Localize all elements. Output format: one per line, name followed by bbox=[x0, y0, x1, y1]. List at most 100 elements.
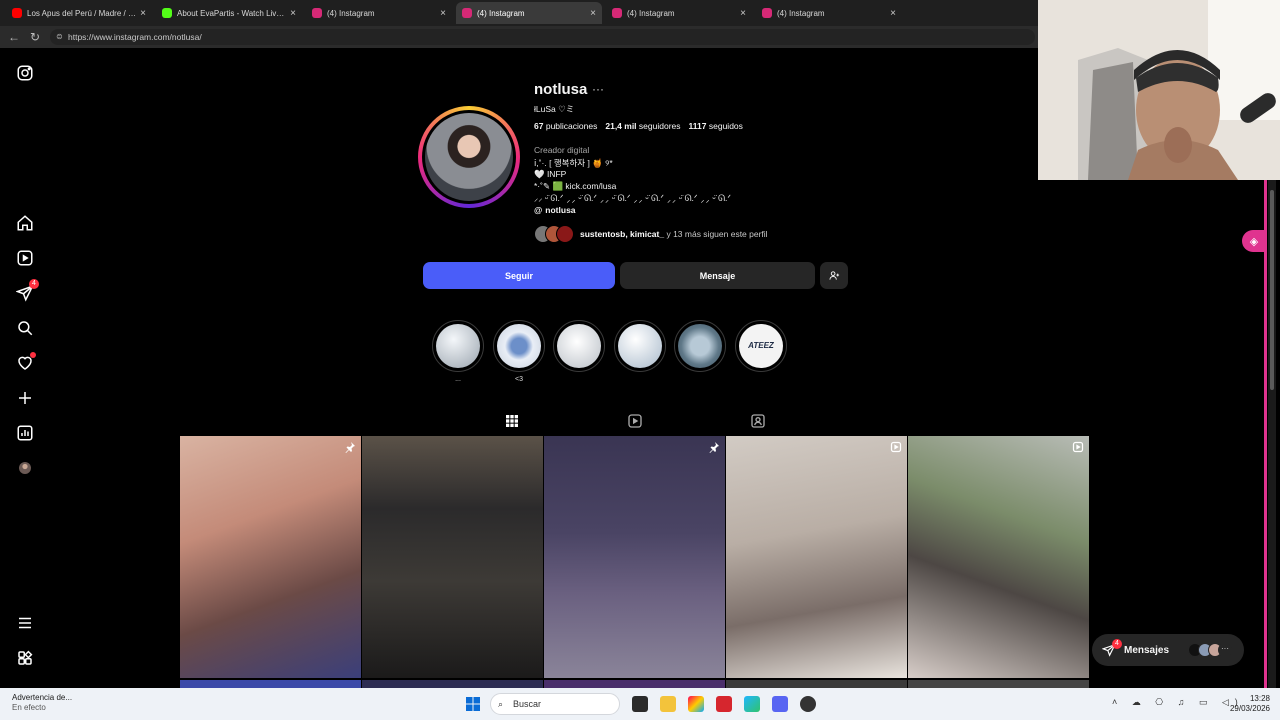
add-person-icon bbox=[828, 271, 839, 280]
reel-icon bbox=[890, 441, 902, 453]
task-view-icon[interactable] bbox=[632, 696, 648, 712]
highlight-item[interactable] bbox=[674, 320, 726, 385]
url-field[interactable]: ⊜ https://www.instagram.com/notlusa/ bbox=[50, 29, 1035, 45]
tab-close-icon[interactable]: × bbox=[890, 8, 896, 19]
scrollbar-thumb[interactable] bbox=[1270, 190, 1274, 390]
browser-tab[interactable]: (4) Instagram × bbox=[606, 2, 752, 24]
tab-title: (4) Instagram bbox=[627, 8, 675, 18]
search-icon[interactable] bbox=[16, 319, 34, 337]
more-options-icon[interactable]: ··· bbox=[592, 82, 604, 96]
tab-title: (4) Instagram bbox=[777, 8, 825, 18]
highlight-item[interactable]: <3 bbox=[493, 320, 545, 385]
tab-favicon-icon bbox=[312, 8, 322, 18]
direct-icon[interactable]: 4 bbox=[16, 279, 39, 302]
tab-tagged[interactable] bbox=[750, 413, 766, 429]
browser-tab[interactable]: (4) Instagram × bbox=[306, 2, 452, 24]
profile-avatar[interactable] bbox=[16, 459, 34, 477]
instagram-logo-icon[interactable] bbox=[16, 64, 34, 82]
back-icon[interactable]: ← bbox=[8, 30, 20, 44]
post-thumbnail[interactable] bbox=[180, 436, 361, 678]
reload-icon[interactable]: ↻ bbox=[30, 30, 40, 44]
highlight-label bbox=[735, 376, 787, 385]
apps-icon[interactable] bbox=[16, 649, 34, 667]
post-thumbnail[interactable] bbox=[726, 680, 907, 688]
dashboard-icon[interactable] bbox=[16, 424, 34, 442]
post-thumbnail[interactable] bbox=[544, 680, 725, 688]
app-icon[interactable] bbox=[716, 696, 732, 712]
profile-picture[interactable] bbox=[422, 110, 516, 204]
pin-icon bbox=[708, 441, 720, 453]
extension-icon[interactable]: ◈ bbox=[1242, 230, 1266, 252]
tab-favicon-icon bbox=[762, 8, 772, 18]
highlight-item[interactable]: ATEEZ bbox=[735, 320, 787, 385]
store-icon[interactable] bbox=[688, 696, 704, 712]
tab-close-icon[interactable]: × bbox=[290, 8, 296, 19]
menu-icon[interactable] bbox=[16, 614, 34, 632]
message-button[interactable]: Mensaje bbox=[620, 262, 815, 289]
profile-username: notlusa bbox=[534, 81, 588, 98]
reels-icon bbox=[628, 414, 642, 428]
post-thumbnail[interactable] bbox=[180, 680, 361, 688]
tab-close-icon[interactable]: × bbox=[590, 8, 596, 19]
create-icon[interactable] bbox=[16, 389, 34, 407]
following-stat[interactable]: 1117 seguidos bbox=[689, 121, 743, 131]
highlight-label bbox=[553, 376, 605, 385]
browser-tab[interactable]: About EvaPartis - Watch Live on Ki × bbox=[156, 2, 302, 24]
tab-close-icon[interactable]: × bbox=[440, 8, 446, 19]
follow-button[interactable]: Seguir bbox=[423, 262, 615, 289]
highlight-item[interactable] bbox=[553, 320, 605, 385]
heart-icon[interactable] bbox=[16, 352, 36, 372]
tab-close-icon[interactable]: × bbox=[740, 8, 746, 19]
post-thumbnail[interactable] bbox=[362, 436, 543, 678]
highlight-label: ... bbox=[455, 376, 461, 383]
bio-link[interactable]: *·˚✎ 🟩 kick.com/lusa bbox=[534, 181, 616, 192]
threads-link[interactable]: @ notlusa bbox=[534, 205, 576, 215]
windows-start-icon[interactable] bbox=[465, 696, 481, 712]
webcam-overlay bbox=[1038, 0, 1280, 180]
bio-line: ⸝⸝ ᵕ̈ ᘏ.ᐟ ⸝⸝ ᵕ̈ ᘏ.ᐟ ⸝⸝ ᵕ̈ ᘏ.ᐟ ⸝⸝ ᵕ̈ ᘏ.ᐟ … bbox=[534, 193, 731, 203]
tab-title: About EvaPartis - Watch Live on Ki bbox=[177, 8, 286, 18]
taskbar-search[interactable]: ⌕ Buscar bbox=[490, 693, 620, 715]
browser-tab[interactable]: (4) Instagram × bbox=[456, 2, 602, 24]
tab-reels[interactable] bbox=[627, 413, 643, 429]
post-thumbnail[interactable] bbox=[908, 436, 1089, 678]
profile-picture-ring[interactable] bbox=[418, 106, 520, 208]
highlight-item[interactable] bbox=[614, 320, 666, 385]
tab-posts[interactable] bbox=[504, 413, 520, 429]
browser-tab[interactable]: Los Apus del Perú / Madre / vídeo × bbox=[6, 2, 152, 24]
highlight-item[interactable]: ... bbox=[432, 320, 484, 385]
reels-icon[interactable] bbox=[16, 249, 34, 267]
edge-icon[interactable] bbox=[744, 696, 760, 712]
post-thumbnail[interactable] bbox=[544, 436, 725, 678]
followed-by[interactable]: sustentosb, kimicat_ y 13 más siguen est… bbox=[534, 225, 768, 243]
ateez-logo: ATEEZ bbox=[739, 324, 783, 368]
tab-favicon-icon bbox=[162, 8, 172, 18]
windows-taskbar: Advertencia de... En efecto ⌕ Buscar ˄ ☁… bbox=[0, 688, 1280, 720]
highlight-label bbox=[674, 376, 726, 385]
weather-widget[interactable]: Advertencia de... En efecto bbox=[12, 693, 72, 713]
suggest-accounts-button[interactable] bbox=[820, 262, 848, 289]
profile-full-name: łLuSa ♡ミ bbox=[534, 104, 575, 114]
messages-button[interactable]: 4 Mensajes ··· bbox=[1092, 634, 1244, 666]
home-icon[interactable] bbox=[16, 214, 34, 232]
browser-tab[interactable]: (4) Instagram × bbox=[756, 2, 902, 24]
post-thumbnail[interactable] bbox=[908, 680, 1089, 688]
site-info-icon[interactable]: ⊜ bbox=[56, 29, 63, 45]
tab-close-icon[interactable]: × bbox=[140, 8, 146, 19]
post-thumbnail[interactable] bbox=[726, 436, 907, 678]
discord-icon[interactable] bbox=[772, 696, 788, 712]
tab-title: Los Apus del Perú / Madre / vídeo bbox=[27, 8, 137, 18]
posts-stat: 67 publicaciones bbox=[534, 121, 598, 131]
clock[interactable]: 13:28 29/03/2026 bbox=[1222, 694, 1270, 714]
post-thumbnail[interactable] bbox=[362, 680, 543, 688]
profile-category: Creador digital bbox=[534, 145, 590, 155]
followers-stat[interactable]: 21,4 mil seguidores bbox=[605, 121, 680, 131]
chrome-icon[interactable] bbox=[800, 696, 816, 712]
tab-favicon-icon bbox=[612, 8, 622, 18]
browser-address-bar: ← ↻ ⊜ https://www.instagram.com/notlusa/ bbox=[0, 26, 1040, 48]
grid-icon bbox=[506, 415, 518, 427]
threads-icon: @ bbox=[534, 205, 543, 215]
file-explorer-icon[interactable] bbox=[660, 696, 676, 712]
tab-favicon-icon bbox=[12, 8, 22, 18]
follower-avatar bbox=[556, 225, 574, 243]
